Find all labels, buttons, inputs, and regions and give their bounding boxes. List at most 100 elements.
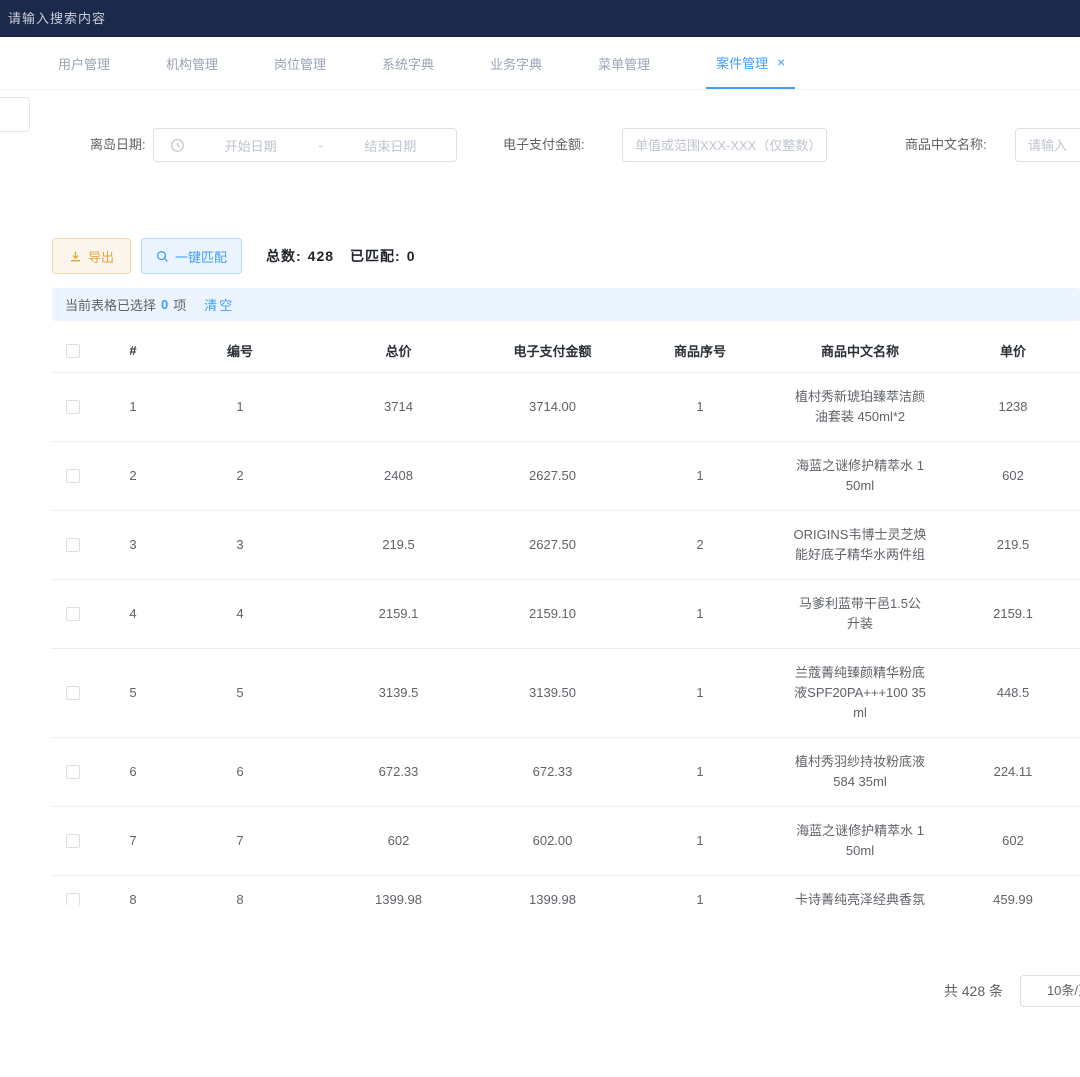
table-row: 442159.12159.101马爹利蓝带干邑1.5公升装2159.1 (52, 579, 1080, 648)
cell-index: 8 (93, 875, 173, 905)
cell-unit: 602 (935, 441, 1080, 510)
cell-seq: 1 (615, 372, 785, 441)
row-checkbox[interactable] (66, 893, 80, 906)
cell-seq: 1 (615, 875, 785, 905)
column-header: 单价 (935, 330, 1080, 372)
cell-unit: 459.99 (935, 875, 1080, 905)
cell-index: 2 (93, 441, 173, 510)
selection-info-bar: 当前表格已选择 0 项 清空 (52, 288, 1080, 321)
table-row: 66672.33672.331植村秀羽纱持妆粉底液 584 35ml224.11 (52, 737, 1080, 806)
cell-epay: 672.33 (490, 737, 615, 806)
table-row: 33219.52627.502ORIGINS韦博士灵芝焕能好底子精华水两件组21… (52, 510, 1080, 579)
cell-epay: 1399.98 (490, 875, 615, 905)
cell-code: 8 (173, 875, 307, 905)
top-navbar: 请输入搜索内容 (0, 0, 1080, 37)
table-row: 1137143714.001植村秀新琥珀臻萃洁颜油套装 450ml*21238 (52, 372, 1080, 441)
clock-icon (170, 138, 185, 153)
column-header: 电子支付金额 (490, 330, 615, 372)
tab-item-0[interactable]: 用户管理 (58, 37, 110, 89)
toolbar: 导出 一键匹配 总数:428已匹配:0 (0, 238, 1080, 274)
column-header: 编号 (173, 330, 307, 372)
row-checkbox[interactable] (66, 400, 80, 414)
tab-label: 案件管理 (716, 53, 768, 72)
pagination: 共 428 条 10条/页 (0, 974, 1080, 1008)
table-row: 881399.981399.981卡诗菁纯亮泽经典香氛459.99 (52, 875, 1080, 905)
tab-item-3[interactable]: 系统字典 (382, 37, 434, 89)
global-search-input[interactable]: 请输入搜索内容 (8, 8, 106, 27)
table-row: 553139.53139.501兰蔻菁纯臻颜精华粉底液SPF20PA+++100… (52, 648, 1080, 737)
cell-name: 植村秀新琥珀臻萃洁颜油套装 450ml*2 (785, 372, 935, 441)
tab-label: 业务字典 (490, 54, 542, 73)
cell-code: 7 (173, 806, 307, 875)
cell-total: 3714 (307, 372, 490, 441)
tab-close-icon[interactable]: × (777, 55, 785, 69)
row-checkbox[interactable] (66, 765, 80, 779)
tab-label: 岗位管理 (274, 54, 326, 73)
cell-name: 植村秀羽纱持妆粉底液 584 35ml (785, 737, 935, 806)
tab-item-2[interactable]: 岗位管理 (274, 37, 326, 89)
tab-label: 机构管理 (166, 54, 218, 73)
cell-total: 3139.5 (307, 648, 490, 737)
date-range-separator: - (316, 138, 324, 153)
cell-index: 5 (93, 648, 173, 737)
selection-prefix: 当前表格已选择 (65, 295, 156, 314)
date-start-input[interactable]: 开始日期 (185, 136, 316, 155)
page-size-select[interactable]: 10条/页 (1020, 975, 1080, 1007)
table-row: 2224082627.501海蓝之谜修护精萃水 150ml602 (52, 441, 1080, 510)
product-name-filter-input[interactable] (1015, 128, 1080, 162)
cell-total: 2159.1 (307, 579, 490, 648)
cell-index: 4 (93, 579, 173, 648)
tab-item-5[interactable]: 菜单管理 (598, 37, 650, 89)
match-button-label: 一键匹配 (175, 247, 227, 266)
cell-name: 海蓝之谜修护精萃水 150ml (785, 806, 935, 875)
column-header: 总价 (307, 330, 490, 372)
tab-item-4[interactable]: 业务字典 (490, 37, 542, 89)
cell-epay: 2627.50 (490, 510, 615, 579)
date-filter-label: 离岛日期: (90, 127, 146, 163)
row-checkbox[interactable] (66, 834, 80, 848)
cell-epay: 2627.50 (490, 441, 615, 510)
row-checkbox[interactable] (66, 686, 80, 700)
tab-label: 菜单管理 (598, 54, 650, 73)
header-checkbox-cell (52, 330, 93, 372)
amount-filter-label: 电子支付金额: (503, 127, 585, 163)
tab-item-6[interactable]: 案件管理 × (706, 37, 795, 89)
amount-filter-input[interactable] (622, 128, 827, 162)
date-range-picker[interactable]: 开始日期 - 结束日期 (153, 128, 457, 162)
clear-selection-link[interactable]: 清空 (204, 295, 234, 314)
export-button[interactable]: 导出 (52, 238, 131, 274)
cell-epay: 2159.10 (490, 579, 615, 648)
data-table: #编号总价电子支付金额商品序号商品中文名称单价 1137143714.001植村… (52, 330, 1080, 905)
select-all-checkbox[interactable] (66, 344, 80, 358)
row-checkbox-cell (52, 875, 93, 905)
row-checkbox-cell (52, 579, 93, 648)
cell-seq: 1 (615, 579, 785, 648)
row-checkbox[interactable] (66, 538, 80, 552)
cell-seq: 1 (615, 806, 785, 875)
row-checkbox[interactable] (66, 469, 80, 483)
matched-label: 已匹配: (350, 248, 401, 264)
product-name-filter-label: 商品中文名称: (905, 127, 987, 163)
cell-name: 马爹利蓝带干邑1.5公升装 (785, 579, 935, 648)
row-checkbox-cell (52, 510, 93, 579)
cell-code: 6 (173, 737, 307, 806)
cell-name: 兰蔻菁纯臻颜精华粉底液SPF20PA+++100 35 ml (785, 648, 935, 737)
row-checkbox-cell (52, 737, 93, 806)
row-checkbox-cell (52, 806, 93, 875)
column-header: 商品序号 (615, 330, 785, 372)
cell-unit: 224.11 (935, 737, 1080, 806)
row-checkbox[interactable] (66, 607, 80, 621)
one-click-match-button[interactable]: 一键匹配 (141, 238, 242, 274)
cell-code: 4 (173, 579, 307, 648)
cell-total: 1399.98 (307, 875, 490, 905)
tab-item-1[interactable]: 机构管理 (166, 37, 218, 89)
column-header: # (93, 330, 173, 372)
row-checkbox-cell (52, 648, 93, 737)
total-label: 总数: (266, 248, 302, 264)
cell-total: 602 (307, 806, 490, 875)
cell-unit: 2159.1 (935, 579, 1080, 648)
date-end-input[interactable]: 结束日期 (325, 136, 456, 155)
row-checkbox-cell (52, 372, 93, 441)
cell-code: 5 (173, 648, 307, 737)
cell-seq: 2 (615, 510, 785, 579)
